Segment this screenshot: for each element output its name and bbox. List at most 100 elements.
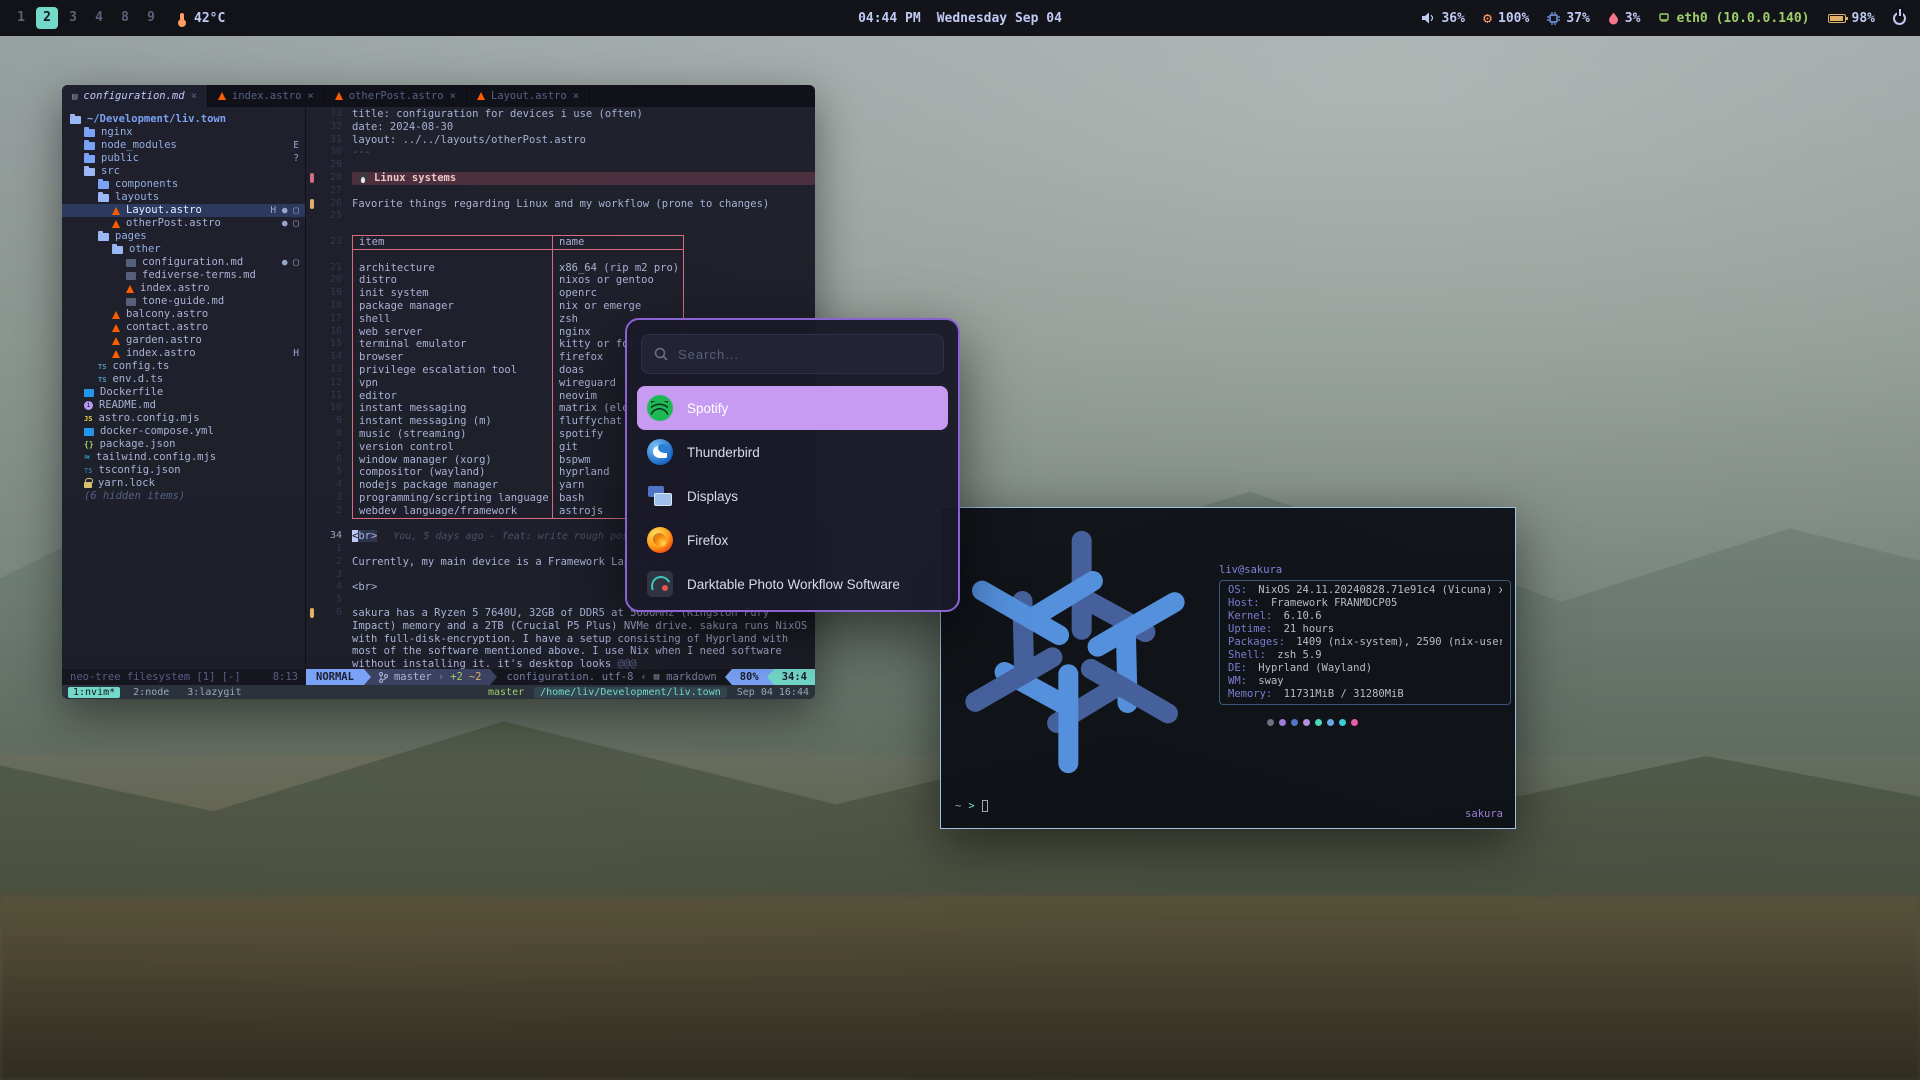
tree-item[interactable]: public ? <box>62 152 305 165</box>
tree-item[interactable]: env.d.ts <box>62 373 305 386</box>
editor-tab[interactable]: index.astro × <box>208 85 325 107</box>
tab-close-icon[interactable]: × <box>191 90 197 102</box>
launcher-item[interactable]: Displays <box>637 474 948 518</box>
tree-item[interactable]: index.astro <box>62 282 305 295</box>
line-number: 8 <box>316 428 342 441</box>
tree-item[interactable]: fediverse-terms.md <box>62 269 305 282</box>
tmux-window[interactable]: 2:node <box>128 687 174 698</box>
buffer-line[interactable]: 25 <box>310 210 815 223</box>
buffer-line[interactable] <box>310 249 815 262</box>
tree-item[interactable]: tone-guide.md <box>62 295 305 308</box>
buffer-line[interactable]: 19init systemopenrc <box>310 287 815 300</box>
tree-item[interactable]: other <box>62 243 305 256</box>
memory-module[interactable]: 37% <box>1547 11 1589 26</box>
workspace-button[interactable]: 4 <box>88 7 110 29</box>
tree-item[interactable]: package.json <box>62 438 305 451</box>
tree-item[interactable]: contact.astro <box>62 321 305 334</box>
line-number: 9 <box>316 415 342 428</box>
line-number: 33 <box>316 108 342 121</box>
tree-item-label: env.d.ts <box>112 373 163 386</box>
tree-item[interactable]: layouts <box>62 191 305 204</box>
buffer-line[interactable]: 28Linux systems <box>310 172 815 185</box>
tree-item[interactable]: configuration.md ● ▢ <box>62 256 305 269</box>
tree-item-label: Layout.astro <box>126 204 202 217</box>
buffer-line[interactable]: 20distronixos or gentoo <box>310 274 815 287</box>
volume-module[interactable]: 36% <box>1421 11 1464 26</box>
buffer-line[interactable] <box>310 223 815 236</box>
launcher-item[interactable]: Firefox <box>637 518 948 562</box>
shell-prompt[interactable]: ~ > <box>955 800 988 812</box>
tree-item[interactable]: garden.astro <box>62 334 305 347</box>
buffer-line[interactable]: 30--- <box>310 146 815 159</box>
buffer-line[interactable]: 33title: configuration for devices i use… <box>310 108 815 121</box>
temperature-module[interactable]: 42°C <box>176 11 225 26</box>
disk-module[interactable]: 3% <box>1608 11 1641 26</box>
tree-root[interactable]: ~/Development/liv.town <box>62 113 305 126</box>
tree-item[interactable]: docker-compose.yml <box>62 425 305 438</box>
tab-close-icon[interactable]: × <box>450 90 456 102</box>
tree-item[interactable]: tsconfig.json <box>62 464 305 477</box>
tree-item[interactable]: node_modules E <box>62 139 305 152</box>
tree-item[interactable]: config.ts <box>62 360 305 373</box>
tmux-window[interactable]: 1:nvim* <box>68 687 120 698</box>
launcher-item[interactable]: Darktable Photo Workflow Software <box>637 562 948 606</box>
item-icon <box>84 401 93 410</box>
search-input[interactable] <box>678 347 931 362</box>
buffer-line[interactable]: 21architecturex86_64 (rip m2 pro) <box>310 262 815 275</box>
battery-module[interactable]: 98% <box>1828 11 1875 26</box>
palette-dot <box>1315 719 1322 726</box>
network-module[interactable]: eth0 (10.0.0.140) <box>1658 11 1809 26</box>
editor-tab[interactable]: Layout.astro × <box>467 85 590 107</box>
buffer-line[interactable]: 32date: 2024-08-30 <box>310 121 815 134</box>
workspace-button[interactable]: 3 <box>62 7 84 29</box>
tmux-clock: Sep 04 16:44 <box>737 687 809 698</box>
tree-item[interactable]: tailwind.config.mjs <box>62 451 305 464</box>
tree-item[interactable]: nginx <box>62 126 305 139</box>
tree-item[interactable]: yarn.lock <box>62 477 305 490</box>
buffer-line[interactable]: 26Favorite things regarding Linux and my… <box>310 198 815 211</box>
statusline: neo-tree filesystem [1] [-] 8:13 NORMAL … <box>62 669 815 685</box>
buffer-line[interactable]: 23itemname <box>310 236 815 249</box>
cpu-module[interactable]: ⚙ 100% <box>1483 11 1529 26</box>
buffer-line[interactable]: 6sakura has a Ryzen 5 7640U, 32GB of DDR… <box>310 607 815 669</box>
tree-item[interactable]: components <box>62 178 305 191</box>
workspace-button[interactable]: 1 <box>10 7 32 29</box>
tree-item-label: README.md <box>99 399 156 412</box>
buffer-line[interactable]: 18package managernix or emerge <box>310 300 815 313</box>
terminal-window[interactable]: liv@sakura OS: NixOS 24.11.20240828.71e9… <box>940 507 1516 829</box>
power-button[interactable] <box>1893 12 1906 25</box>
buffer-line[interactable]: 27 <box>310 185 815 198</box>
tmux-window[interactable]: 3:lazygit <box>182 687 246 698</box>
tab-close-icon[interactable]: × <box>573 90 579 102</box>
buffer-line[interactable]: 29 <box>310 159 815 172</box>
tree-item[interactable]: Dockerfile <box>62 386 305 399</box>
workspace-button[interactable]: 8 <box>114 7 136 29</box>
tree-item[interactable]: otherPost.astro ● ▢ <box>62 217 305 230</box>
tree-item[interactable]: index.astro H <box>62 347 305 360</box>
tree-item-label: other <box>129 243 161 256</box>
tab-close-icon[interactable]: × <box>307 90 313 102</box>
tree-item[interactable]: Layout.astro H ● ▢ <box>62 204 305 217</box>
tree-item[interactable]: src <box>62 165 305 178</box>
tree-item[interactable]: pages <box>62 230 305 243</box>
launcher-item[interactable]: Spotify <box>637 386 948 430</box>
tree-item[interactable]: astro.config.mjs <box>62 412 305 425</box>
volume-value: 36% <box>1441 11 1464 26</box>
search-box[interactable] <box>641 334 944 374</box>
session-name: sakura <box>1465 808 1503 820</box>
buffer-line[interactable]: 31layout: ../../layouts/otherPost.astro <box>310 134 815 147</box>
app-list: Spotify Thunderbird Displays Firefox Dar… <box>627 386 958 606</box>
workspace-button[interactable]: 2 <box>36 7 58 29</box>
line-number: 30 <box>316 146 342 159</box>
tree-status-title: neo-tree filesystem [1] [-] <box>70 669 241 685</box>
editor-tab[interactable]: configuration.md × <box>62 85 208 107</box>
tree-item[interactable]: (6 hidden items) <box>62 490 305 503</box>
encoding-segment: utf-8 ‹ ▤ markdown <box>594 669 725 685</box>
line-number: 28 <box>316 172 342 185</box>
launcher-item[interactable]: Thunderbird <box>637 430 948 474</box>
tree-item[interactable]: balcony.astro <box>62 308 305 321</box>
tree-item[interactable]: README.md <box>62 399 305 412</box>
filetype-icon <box>477 92 485 100</box>
workspace-button[interactable]: 9 <box>140 7 162 29</box>
editor-tab[interactable]: otherPost.astro × <box>325 85 467 107</box>
